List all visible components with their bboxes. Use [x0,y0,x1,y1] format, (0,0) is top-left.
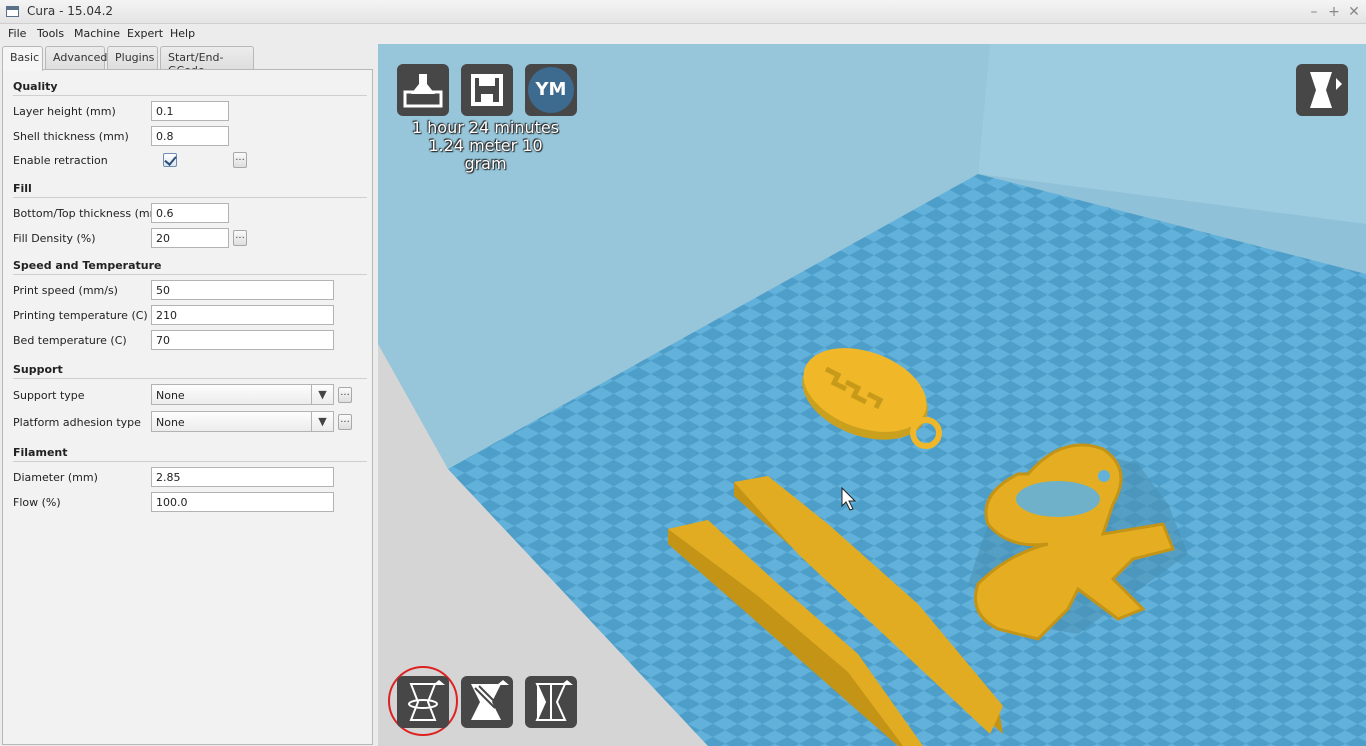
menu-tools[interactable]: Tools [37,27,64,40]
tab-basic[interactable]: Basic [2,46,43,71]
diameter-label: Diameter (mm) [13,471,98,484]
rotate-icon [408,680,445,721]
floppy-disk-icon [471,74,503,106]
retraction-checkbox[interactable] [163,153,177,167]
divider [13,461,367,462]
save-gcode-button[interactable] [461,64,513,116]
mirror-icon [535,680,573,721]
divider [13,95,367,96]
youmagine-logo: YM [528,67,574,113]
printing-temperature-field[interactable]: 210 [151,305,334,325]
menu-machine[interactable]: Machine [74,27,120,40]
menu-help[interactable]: Help [170,27,195,40]
tab-plugins[interactable]: Plugins [107,46,158,69]
maximize-icon[interactable]: + [1325,3,1343,21]
adhesion-type-value: None [156,416,185,429]
bottom-top-thickness-field[interactable]: 0.6 [151,203,229,223]
print-speed-field[interactable]: 50 [151,280,334,300]
load-model-button[interactable] [397,64,449,116]
rotate-tool-button[interactable] [397,676,449,728]
youmagine-button[interactable]: YM [525,64,577,116]
adhesion-settings-button[interactable]: ... [338,414,352,430]
tab-advanced[interactable]: Advanced [45,46,107,69]
support-type-value: None [156,389,185,402]
bed-temperature-field[interactable]: 70 [151,330,334,350]
flow-label: Flow (%) [13,496,61,509]
shell-thickness-label: Shell thickness (mm) [13,130,129,143]
print-estimate: 1 hour 24 minutes 1.24 meter 10 gram [408,119,563,173]
print-time-text: 1 hour 24 minutes [411,118,560,137]
3d-viewport[interactable]: YM 1 hour 24 minutes 1.24 meter 10 gram [378,44,1366,746]
scale-icon [471,680,509,720]
printing-temperature-label: Printing temperature (C) [13,309,148,322]
menu-bar: File Tools Machine Expert Help [0,24,1366,44]
tab-start-end-gcode[interactable]: Start/End-GCode [160,46,254,77]
support-settings-button[interactable]: ... [338,387,352,403]
support-heading: Support [13,363,63,376]
view-mode-icon [1310,72,1342,108]
fill-heading: Fill [13,182,32,195]
scale-tool-button[interactable] [461,676,513,728]
speed-temperature-heading: Speed and Temperature [13,259,162,272]
filament-heading: Filament [13,446,68,459]
flow-field[interactable]: 100.0 [151,492,334,512]
divider [13,378,367,379]
title-bar: Cura - 15.04.2 – + ✕ [0,0,1366,24]
bottom-top-thickness-label: Bottom/Top thickness (mm) [13,207,165,220]
settings-panel: Basic Advanced Plugins Start/End-GCode Q… [0,44,378,746]
app-window-icon [6,6,19,17]
window-title: Cura - 15.04.2 [27,4,114,18]
bed-temperature-label: Bed temperature (C) [13,334,127,347]
diameter-field[interactable]: 2.85 [151,467,334,487]
layer-height-field[interactable]: 0.1 [151,101,229,121]
dropdown-arrow-icon: ▼ [311,412,333,431]
dropdown-arrow-icon: ▼ [311,385,333,404]
fill-settings-button[interactable]: ... [233,230,247,246]
retraction-settings-button[interactable]: ... [233,152,247,168]
menu-file[interactable]: File [8,27,26,40]
shell-thickness-field[interactable]: 0.8 [151,126,229,146]
print-speed-label: Print speed (mm/s) [13,284,118,297]
basic-settings: Quality Layer height (mm) 0.1 Shell thic… [2,69,373,745]
fill-density-label: Fill Density (%) [13,232,96,245]
adhesion-type-select[interactable]: None ▼ [151,411,334,432]
load-model-icon [403,74,443,108]
minimize-icon[interactable]: – [1305,3,1323,21]
quality-heading: Quality [13,80,58,93]
menu-expert[interactable]: Expert [127,27,163,40]
close-icon[interactable]: ✕ [1345,3,1363,21]
divider [13,274,367,275]
fill-density-field[interactable]: 20 [151,228,229,248]
adhesion-type-label: Platform adhesion type [13,416,141,429]
material-usage-text: 1.24 meter 10 gram [428,136,543,173]
support-type-select[interactable]: None ▼ [151,384,334,405]
divider [13,197,367,198]
retraction-label: Enable retraction [13,154,108,167]
layer-height-label: Layer height (mm) [13,105,116,118]
support-type-label: Support type [13,389,85,402]
mirror-tool-button[interactable] [525,676,577,728]
view-mode-button[interactable] [1296,64,1348,116]
